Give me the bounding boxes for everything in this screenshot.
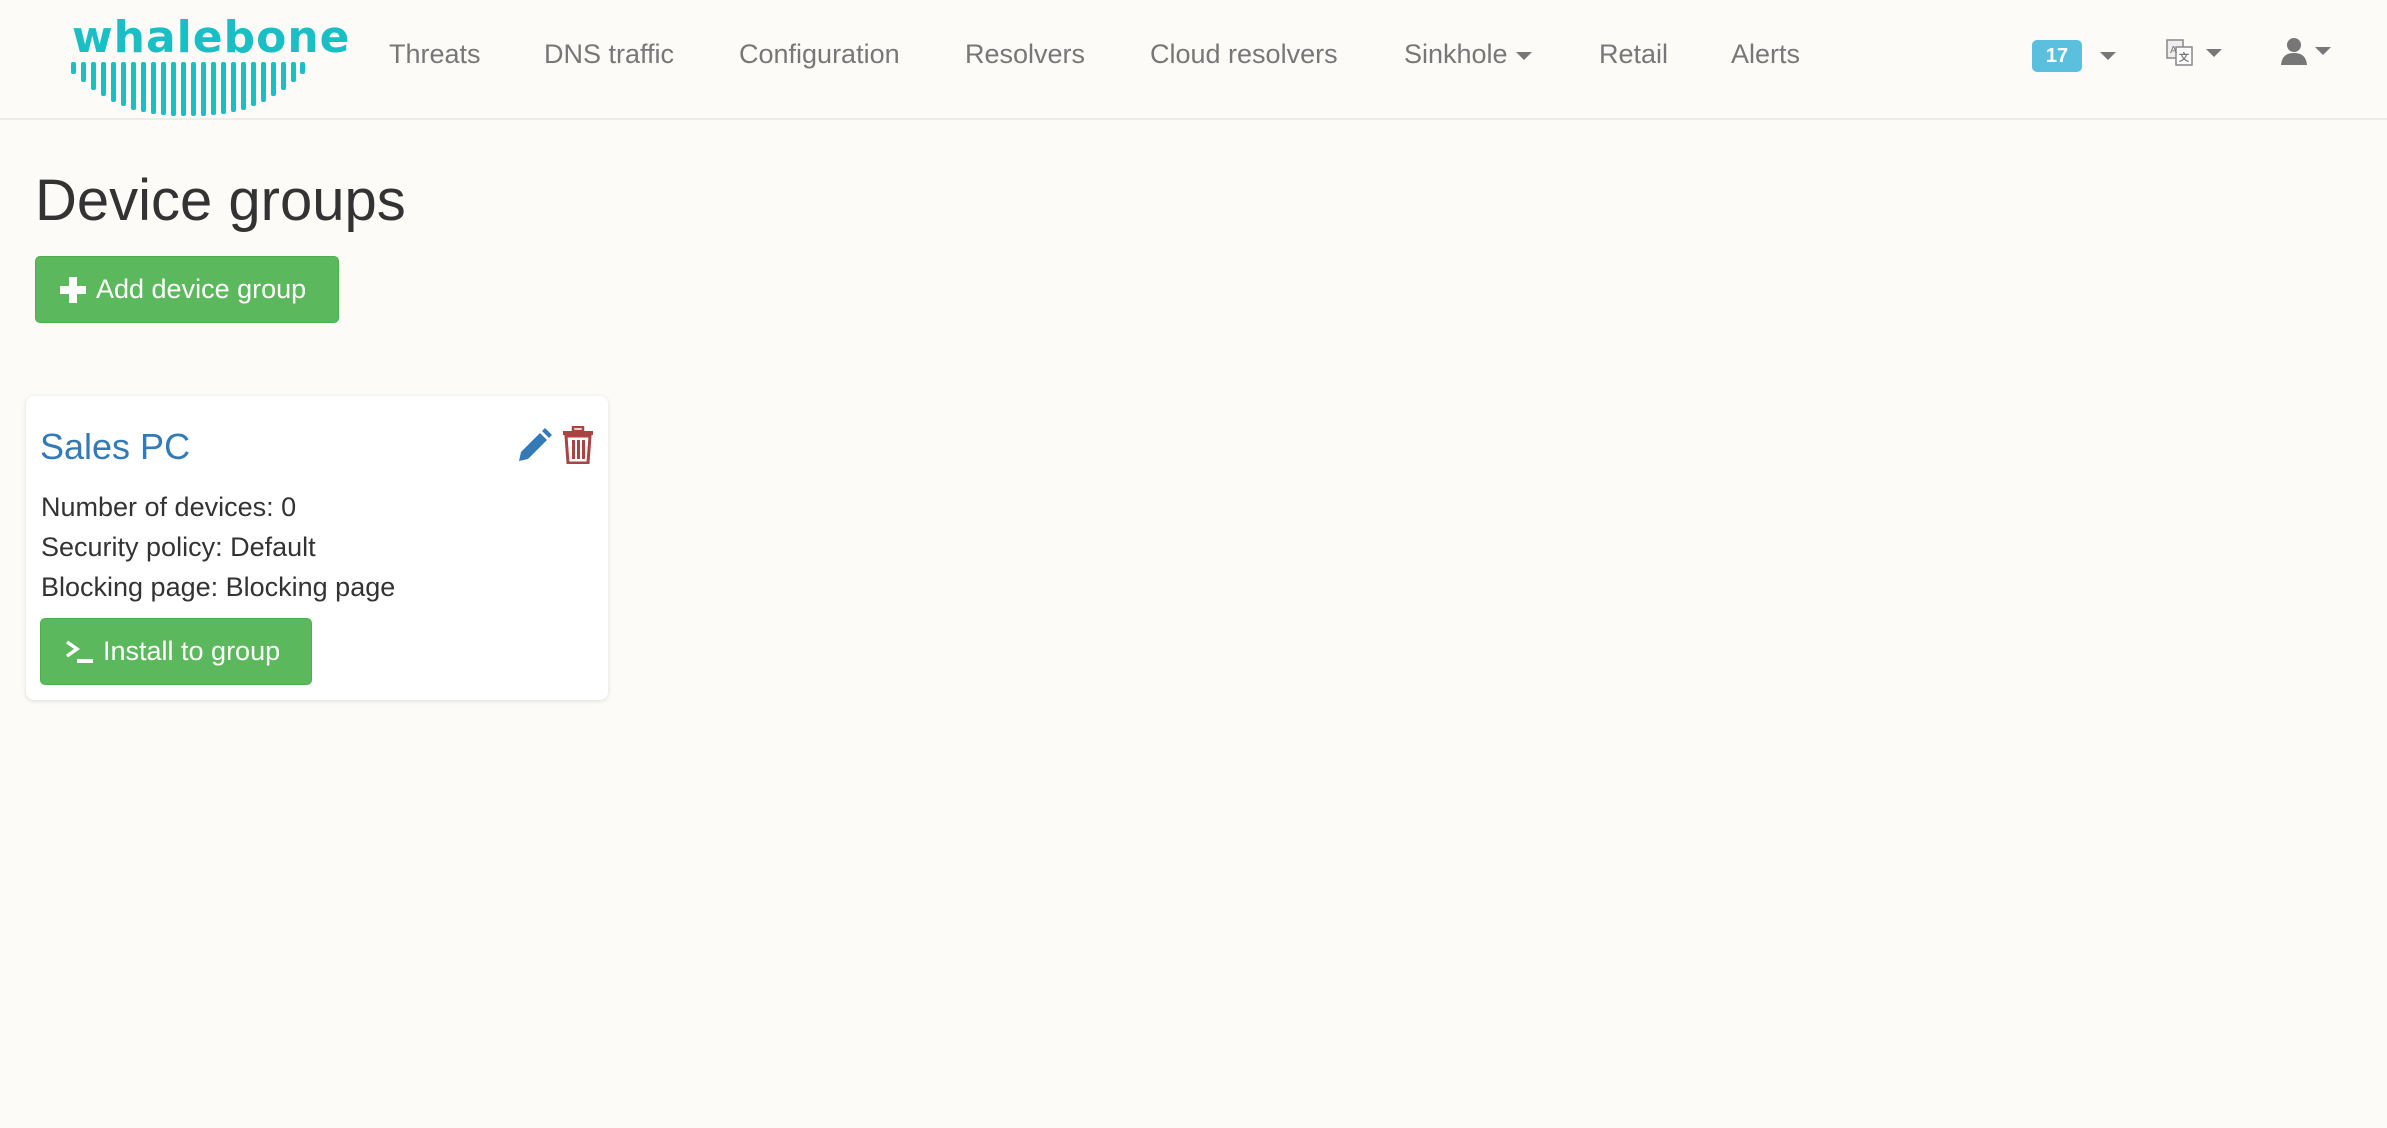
svg-text:文: 文 — [2179, 51, 2190, 64]
add-device-group-label: Add device group — [96, 274, 307, 304]
page-title: Device groups — [35, 168, 406, 233]
blocking-page-text: Blocking page: Blocking page — [41, 572, 396, 602]
chevron-down-icon — [1515, 51, 1532, 60]
user-menu-toggle[interactable] — [2279, 36, 2332, 66]
notification-count-badge[interactable]: 17 — [2032, 40, 2082, 72]
nav-dns-traffic[interactable]: DNS traffic — [544, 36, 674, 72]
device-group-card: Sales PC Number of devices: 0 Security p… — [26, 396, 608, 700]
chevron-down-icon — [2315, 47, 2332, 55]
nav-retail[interactable]: Retail — [1599, 36, 1668, 72]
translate-icon: A 文 — [2166, 39, 2193, 66]
pencil-icon — [519, 428, 552, 461]
plus-icon — [60, 276, 86, 303]
notifications-dropdown-toggle[interactable] — [2092, 36, 2116, 72]
device-group-name-link[interactable]: Sales PC — [40, 426, 190, 468]
nav-threats[interactable]: Threats — [389, 36, 481, 72]
nav-configuration[interactable]: Configuration — [739, 36, 900, 72]
nav-cloud-resolvers[interactable]: Cloud resolvers — [1150, 36, 1338, 72]
logo-bars-graphic — [71, 62, 305, 116]
edit-group-button[interactable] — [516, 428, 552, 469]
svg-text:A: A — [2170, 45, 2177, 56]
top-navbar: whalebone Threats DNS traffic Configurat… — [0, 0, 2387, 120]
install-to-group-button[interactable]: Install to group — [40, 618, 312, 685]
trash-icon — [563, 425, 593, 465]
install-to-group-label: Install to group — [103, 636, 281, 666]
device-count-text: Number of devices: 0 — [41, 492, 297, 522]
nav-resolvers[interactable]: Resolvers — [965, 36, 1085, 72]
chevron-down-icon — [2206, 49, 2223, 57]
add-device-group-button[interactable]: Add device group — [35, 256, 339, 323]
chevron-down-icon — [2100, 51, 2116, 60]
logo-text: whalebone — [72, 12, 351, 63]
delete-group-button[interactable] — [562, 425, 594, 469]
whalebone-logo[interactable]: whalebone — [68, 12, 349, 116]
nav-sinkhole-label: Sinkhole — [1404, 39, 1508, 69]
language-menu-toggle[interactable]: A 文 — [2166, 38, 2223, 68]
nav-sinkhole-dropdown[interactable]: Sinkhole — [1404, 36, 1532, 72]
user-icon — [2281, 38, 2307, 65]
terminal-icon — [65, 640, 93, 663]
security-policy-text: Security policy: Default — [41, 532, 316, 562]
nav-alerts[interactable]: Alerts — [1731, 36, 1800, 72]
